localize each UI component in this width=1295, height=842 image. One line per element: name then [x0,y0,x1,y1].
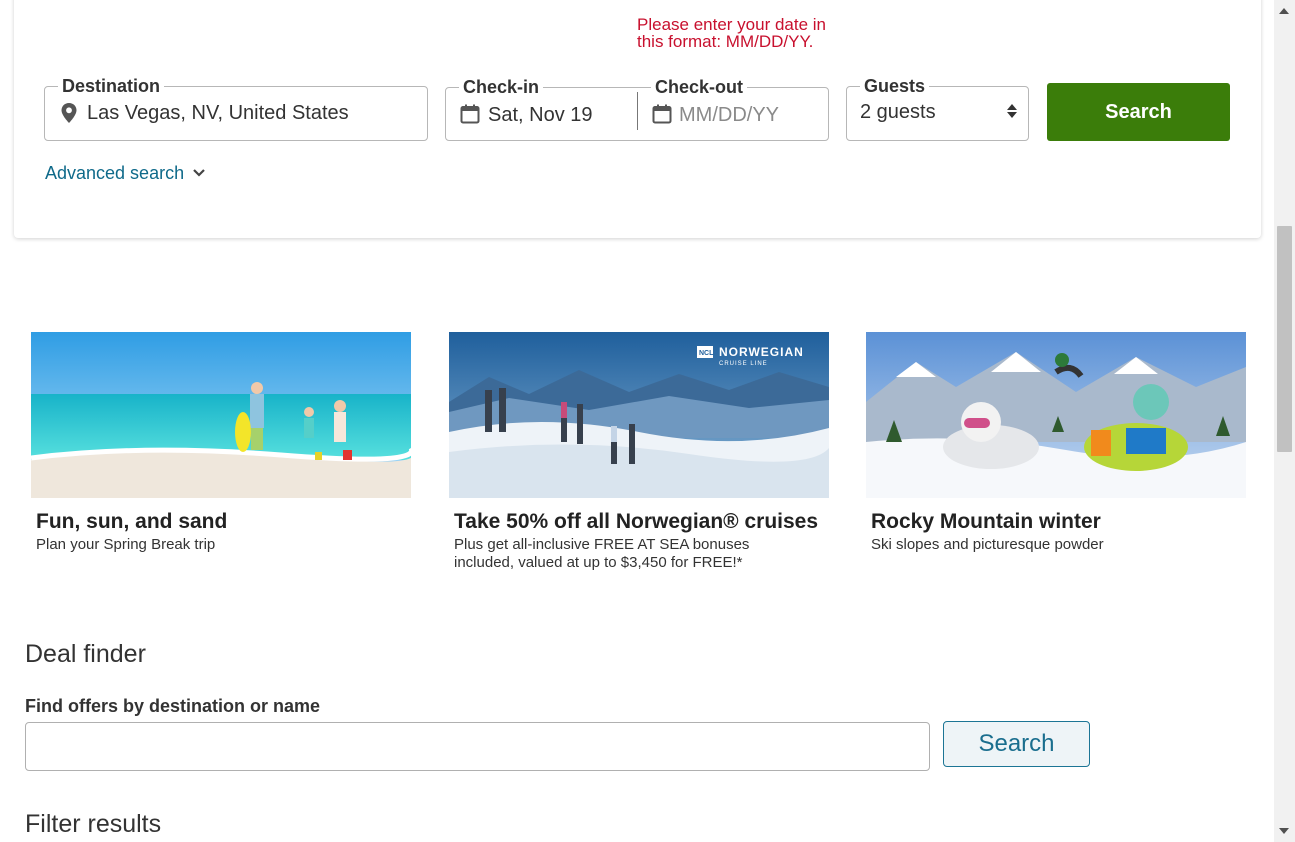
checkout-placeholder: MM/DD/YY [679,104,779,126]
destination-label: Destination [58,75,165,97]
ncl-badge: NCL [699,350,714,357]
norwegian-brand: NORWEGIAN [719,345,804,359]
checkin-field[interactable]: Sat, Nov 19 [446,88,636,140]
promo-card-beach[interactable]: Fun, sun, and sand Plan your Spring Brea… [31,332,411,554]
guests-select[interactable]: Guests 2 guests [846,75,1029,141]
filter-results-title: Filter results [25,810,162,838]
ski-image [866,332,1246,498]
guests-value: 2 guests [860,101,936,123]
checkout-field[interactable]: MM/DD/YY [638,88,828,140]
vertical-scrollbar[interactable] [1274,0,1295,842]
scroll-up-icon[interactable] [1279,8,1289,14]
calendar-icon [460,104,480,124]
beach-image [31,332,411,498]
promo-subtitle: Plus get all-inclusive FREE AT SEA bonus… [454,536,750,571]
glacier-image: NCL NORWEGIAN CRUISE LINE [449,332,829,498]
date-format-error: Please enter your date in this format: M… [637,15,827,51]
promo-title: Take 50% off all Norwegian® cruises [454,510,819,533]
deal-finder-input[interactable] [25,722,930,771]
destination-value: Las Vegas, NV, United States [87,102,349,124]
deal-finder-title: Deal finder [25,640,146,668]
deal-finder-search-button[interactable]: Search [943,721,1090,767]
chevron-down-icon [193,169,205,177]
promo-title: Fun, sun, and sand [36,510,228,533]
location-pin-icon [61,103,77,123]
advanced-search-label: Advanced search [45,163,185,183]
destination-field[interactable]: Destination Las Vegas, NV, United States [44,75,428,141]
promo-card-ski[interactable]: Rocky Mountain winter Ski slopes and pic… [866,332,1246,554]
scroll-down-icon[interactable] [1279,828,1289,834]
search-button[interactable]: Search [1047,83,1230,141]
advanced-search-toggle[interactable]: Advanced search [45,162,206,184]
calendar-icon [652,104,672,124]
deal-finder-label: Find offers by destination or name [25,696,321,716]
checkin-value: Sat, Nov 19 [488,104,593,126]
cruise-line-brand: CRUISE LINE [719,361,768,367]
date-range-field: Check-in Check-out Sat, Nov 19 MM/DD/YY [445,76,829,141]
select-arrows-icon [1007,104,1017,122]
guests-label: Guests [860,75,930,97]
promo-subtitle: Plan your Spring Break trip [36,536,216,553]
promo-title: Rocky Mountain winter [871,510,1101,533]
scroll-thumb[interactable] [1277,226,1292,452]
promo-card-norwegian[interactable]: NCL NORWEGIAN CRUISE LINE Take 50% off a… [449,332,829,572]
promo-subtitle: Ski slopes and picturesque powder [871,536,1104,553]
